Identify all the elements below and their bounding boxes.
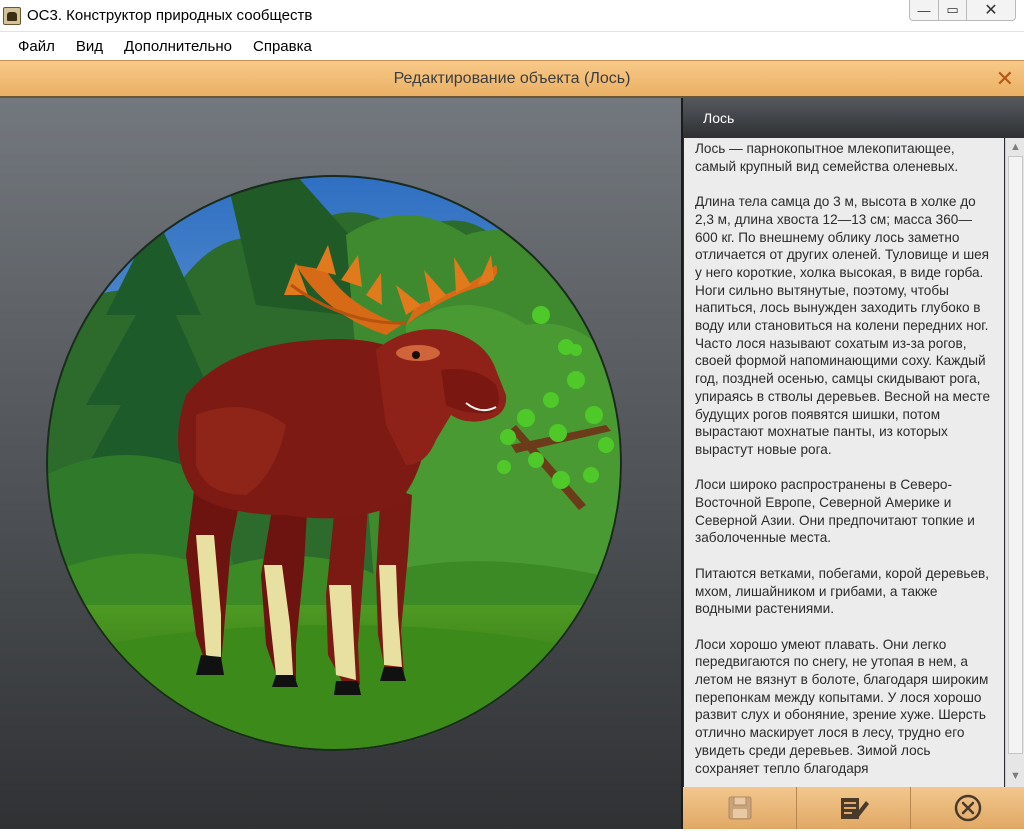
- dialog-title: Редактирование объекта (Лось): [393, 69, 631, 87]
- close-window-button[interactable]: ✕: [967, 0, 1016, 21]
- app-icon: [3, 6, 21, 25]
- dialog-header: Редактирование объекта (Лось) ✕: [0, 60, 1024, 98]
- moose-illustration: [46, 175, 622, 751]
- info-panel: Лось Лось — парнокопытное млекопитающее,…: [681, 98, 1024, 829]
- description-paragraph: Питаются ветками, побегами, корой деревь…: [695, 565, 990, 617]
- maximize-button[interactable]: ▭: [939, 0, 967, 21]
- window-titlebar: ОС3. Конструктор природных сообществ — ▭…: [0, 0, 1024, 31]
- vertical-scrollbar[interactable]: ▲ ▼: [1005, 138, 1024, 787]
- save-button[interactable]: [683, 787, 797, 829]
- cancel-button[interactable]: [911, 787, 1024, 829]
- menu-extra[interactable]: Дополнительно: [124, 38, 232, 55]
- scroll-down-button[interactable]: ▼: [1008, 768, 1023, 785]
- scroll-thumb[interactable]: [1008, 156, 1023, 754]
- description-paragraph: Лось — парнокопытное млекопитающее, самы…: [695, 141, 959, 174]
- window-controls: — ▭ ✕: [909, 0, 1016, 21]
- minimize-button[interactable]: —: [909, 0, 939, 21]
- description-paragraph: Лоси хорошо умеют плавать. Они легко пер…: [695, 636, 989, 776]
- menu-bar: Файл Вид Дополнительно Справка: [0, 31, 1024, 60]
- menu-file[interactable]: Файл: [18, 38, 55, 55]
- description-text-area[interactable]: Лось — парнокопытное млекопитающее, самы…: [684, 138, 1004, 787]
- menu-view[interactable]: Вид: [76, 38, 103, 55]
- dialog-close-button[interactable]: ✕: [996, 67, 1014, 91]
- scroll-up-button[interactable]: ▲: [1008, 139, 1023, 156]
- action-bar: [683, 787, 1024, 829]
- description-paragraph: Длина тела самца до 3 м, высота в холке …: [695, 194, 991, 457]
- circle-x-icon: [954, 794, 981, 822]
- menu-help[interactable]: Справка: [253, 38, 312, 55]
- floppy-disk-icon: [728, 796, 751, 820]
- description-paragraph: Лоси широко распространены в Северо-Вост…: [695, 477, 975, 546]
- edit-button[interactable]: [797, 787, 911, 829]
- edit-document-icon: [840, 798, 869, 819]
- info-header: Лось: [683, 98, 1024, 138]
- window-title: ОС3. Конструктор природных сообществ: [27, 7, 313, 24]
- image-panel: [0, 98, 681, 829]
